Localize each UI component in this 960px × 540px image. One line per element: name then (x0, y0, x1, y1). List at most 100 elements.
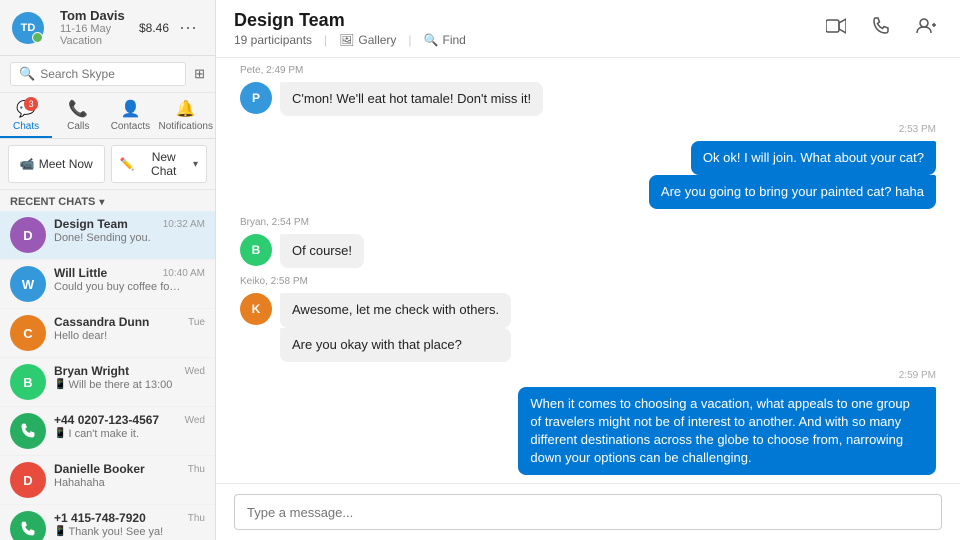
msg-body: When it comes to choosing a vacation, wh… (518, 387, 936, 476)
message-group: Keiko, 2:58 PM KAwesome, let me check wit… (240, 276, 936, 361)
add-person-icon (916, 17, 936, 35)
msg-body: Ok ok! I will join. What about your cat?… (649, 141, 936, 209)
message-group: 2:53 PM Ok ok! I will join. What about yo… (240, 124, 936, 209)
chat-content: Cassandra Dunn Tue Hello dear! (54, 315, 205, 342)
chat-item-phone-1[interactable]: +44 0207-123-4567 Wed 📱 I can't make it. (0, 407, 215, 456)
tab-calls-label: Calls (67, 121, 89, 132)
chat-content: Danielle Booker Thu Hahahaha (54, 462, 205, 489)
msg-time-label: 2:53 PM (240, 124, 936, 135)
chat-name: Danielle Booker (54, 462, 145, 476)
message-group: Pete, 2:49 PMPC'mon! We'll eat hot tamal… (240, 65, 936, 116)
chat-name: Bryan Wright (54, 364, 129, 378)
video-call-button[interactable] (820, 15, 852, 42)
chat-name: +1 415-748-7920 (54, 511, 146, 525)
gallery-button[interactable]: 🖼 Gallery (339, 33, 396, 47)
preview-icon: 📱 (54, 526, 66, 537)
message-input[interactable] (234, 494, 942, 530)
preview-icon: 📱 (54, 379, 66, 390)
more-options-button[interactable]: ··· (173, 15, 203, 40)
chat-item-design-team[interactable]: D Design Team 10:32 AM Done! Sending you… (0, 211, 215, 260)
chat-preview: Thank you! See ya! (68, 526, 163, 538)
avatar: D (10, 217, 46, 253)
chat-name: +44 0207-123-4567 (54, 413, 159, 427)
user-info: Tom Davis 11-16 May Vacation (60, 8, 139, 47)
chats-badge: 3 (24, 97, 38, 111)
chat-preview: Hahahaha (54, 477, 105, 489)
find-button[interactable]: 🔍 Find (424, 33, 466, 47)
meet-now-icon: 📹 (20, 157, 35, 171)
message-bubble: Awesome, let me check with others. (280, 293, 511, 327)
chat-item-danielle-booker[interactable]: D Danielle Booker Thu Hahahaha (0, 456, 215, 505)
chat-item-phone-2[interactable]: +1 415-748-7920 Thu 📱 Thank you! See ya! (0, 505, 215, 540)
avatar (10, 511, 46, 540)
tab-chats[interactable]: 💬 Chats 3 (0, 93, 52, 138)
contacts-icon: 👤 (120, 99, 140, 119)
chat-list: D Design Team 10:32 AM Done! Sending you… (0, 211, 215, 540)
msg-time-label: 2:59 PM (240, 370, 936, 381)
user-name: Tom Davis (60, 8, 139, 23)
chat-name: Design Team (54, 217, 128, 231)
chat-content: Design Team 10:32 AM Done! Sending you. (54, 217, 205, 244)
tab-chats-label: Chats (13, 121, 39, 132)
notifications-icon: 🔔 (176, 99, 196, 119)
add-participant-button[interactable] (910, 14, 942, 43)
sidebar: TD Tom Davis 11-16 May Vacation $8.46 ··… (0, 0, 216, 540)
avatar: B (10, 364, 46, 400)
search-input-wrap: 🔍 (10, 62, 186, 86)
meet-now-button[interactable]: 📹 Meet Now (8, 145, 105, 183)
msg-body: C'mon! We'll eat hot tamale! Don't miss … (280, 82, 543, 116)
message-bubble: When it comes to choosing a vacation, wh… (518, 387, 936, 476)
search-input[interactable] (40, 67, 177, 81)
message-bubble: Are you going to bring your painted cat?… (649, 175, 936, 209)
chat-time: Thu (188, 513, 205, 524)
msg-body: Of course! (280, 234, 364, 268)
avatar (10, 413, 46, 449)
tab-calls[interactable]: 📞 Calls (52, 93, 104, 138)
new-chat-label: New Chat (138, 150, 189, 178)
chat-preview: Done! Sending you. (54, 232, 151, 244)
tab-contacts[interactable]: 👤 Contacts (104, 93, 156, 138)
avatar: D (10, 462, 46, 498)
actions-row: 📹 Meet Now ✏️ New Chat ▾ (0, 139, 215, 190)
chat-header: Design Team 19 participants | 🖼 Gallery … (216, 0, 960, 58)
chat-name: Cassandra Dunn (54, 315, 149, 329)
find-icon: 🔍 (424, 33, 439, 47)
chat-title-area: Design Team 19 participants | 🖼 Gallery … (234, 10, 820, 47)
user-avatar: TD (12, 12, 44, 44)
video-icon (826, 18, 846, 34)
chat-content: +1 415-748-7920 Thu 📱 Thank you! See ya! (54, 511, 205, 538)
chat-time: Thu (188, 464, 205, 475)
msg-row: KAwesome, let me check with others.Are y… (240, 293, 936, 361)
tab-notifications[interactable]: 🔔 Notifications (157, 93, 215, 138)
recent-chats-header[interactable]: RECENT CHATS ▾ (0, 190, 215, 211)
message-bubble: C'mon! We'll eat hot tamale! Don't miss … (280, 82, 543, 116)
avatar: W (10, 266, 46, 302)
message-group: Bryan, 2:54 PMBOf course! (240, 217, 936, 268)
grid-icon[interactable]: ⊞ (194, 66, 205, 82)
gallery-icon: 🖼 (339, 33, 354, 47)
find-label: Find (443, 33, 466, 47)
search-bar: 🔍 ⊞ (0, 56, 215, 93)
chat-item-bryan-wright[interactable]: B Bryan Wright Wed 📱 Will be there at 13… (0, 358, 215, 407)
message-group: 2:59 PM When it comes to choosing a vacat… (240, 370, 936, 476)
new-chat-icon: ✏️ (120, 157, 135, 171)
chat-preview: Will be there at 13:00 (68, 379, 172, 391)
meet-now-label: Meet Now (39, 157, 93, 171)
chat-time: Wed (185, 366, 205, 377)
chat-time: 10:32 AM (163, 219, 205, 230)
tab-notifications-label: Notifications (159, 121, 213, 132)
new-chat-button[interactable]: ✏️ New Chat ▾ (111, 145, 208, 183)
msg-sender-time: Bryan, 2:54 PM (240, 217, 936, 228)
chat-preview: I can't make it. (68, 428, 139, 440)
msg-body: Awesome, let me check with others.Are yo… (280, 293, 511, 361)
avatar: C (10, 315, 46, 351)
chat-item-will-little[interactable]: W Will Little 10:40 AM Could you buy cof… (0, 260, 215, 309)
recent-chats-label: RECENT CHATS (10, 196, 95, 208)
messages-area: Keiko, 2:48 PMKI'm great!! Getting ready… (216, 58, 960, 483)
input-area (216, 483, 960, 540)
calls-icon: 📞 (68, 99, 88, 119)
msg-sender-time: Keiko, 2:58 PM (240, 276, 936, 287)
preview-icon: 📱 (54, 428, 66, 439)
phone-call-button[interactable] (866, 14, 896, 43)
chat-item-cassandra-dunn[interactable]: C Cassandra Dunn Tue Hello dear! (0, 309, 215, 358)
